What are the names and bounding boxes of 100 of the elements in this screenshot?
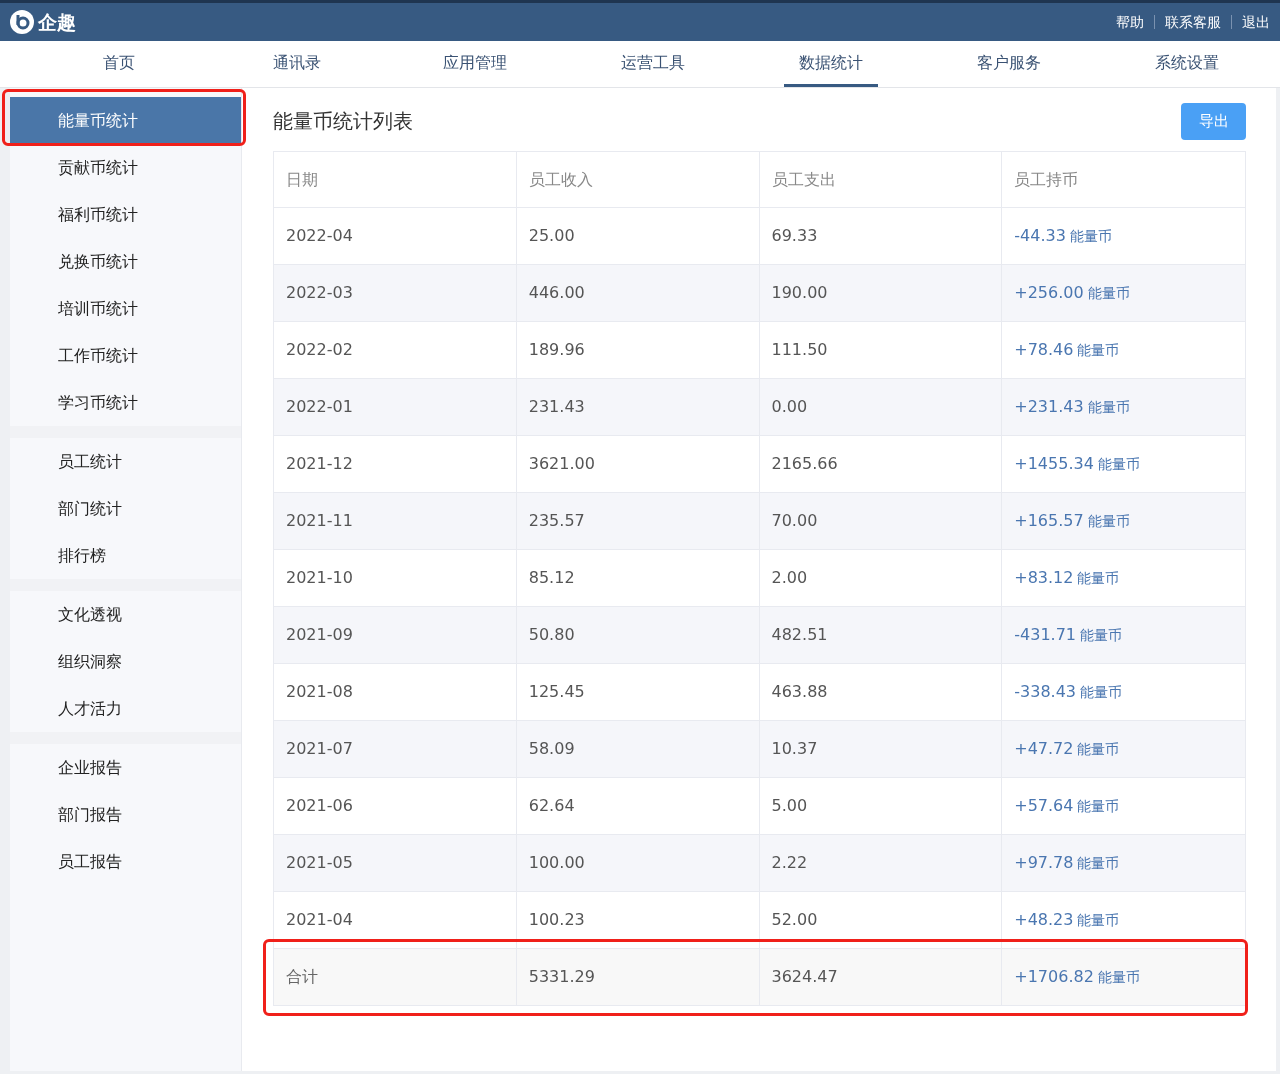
sidebar-item[interactable]: 部门报告 [10, 791, 241, 838]
sidebar-item[interactable]: 学习币统计 [10, 379, 241, 426]
table-cell-text: 2021-05 [286, 852, 353, 874]
table-cell-text: 25.00 [528, 225, 575, 247]
sidebar-item[interactable]: 贡献币统计 [10, 144, 241, 191]
nav-tab[interactable]: 通讯录 [208, 41, 386, 87]
table-cell-text: 2021-07 [286, 738, 353, 760]
sidebar-item[interactable]: 工作币统计 [10, 332, 241, 379]
nav-tab[interactable]: 运营工具 [564, 41, 742, 87]
table-cell-text: 231.43 [528, 396, 585, 418]
table-cell-text: 100.00 [528, 852, 585, 874]
table-cell-text: 2021-09 [286, 624, 353, 646]
unit-label: 能量币 [1077, 340, 1120, 360]
table-cell-text: 62.64 [528, 795, 575, 817]
sidebar-item[interactable]: 福利币统计 [10, 191, 241, 238]
table-cell-text: 69.33 [771, 225, 818, 247]
table-cell-text: 3621.00 [528, 453, 595, 475]
balance-value: +48.23 [1014, 909, 1074, 931]
table-cell-text: 70.00 [771, 510, 818, 532]
table-cell-text: 463.88 [771, 681, 828, 703]
balance-value: +165.57 [1014, 510, 1084, 532]
unit-label: 能量币 [1077, 910, 1120, 930]
sidebar-item[interactable]: 员工统计 [10, 438, 241, 485]
table-cell-text: 235.57 [528, 510, 585, 532]
balance-value: +1706.82 [1014, 966, 1094, 988]
sidebar-item[interactable]: 培训币统计 [10, 285, 241, 332]
table-cell-text: 50.80 [528, 624, 575, 646]
unit-label: 能量币 [1077, 568, 1120, 588]
table-cell-text: 52.00 [771, 909, 818, 931]
table-cell-text: 482.51 [771, 624, 828, 646]
table-cell-text: 2021-11 [286, 510, 353, 532]
table-cell-text: 2.22 [771, 852, 808, 874]
nav-tab[interactable]: 系统设置 [1098, 41, 1276, 87]
nav-tab[interactable]: 客户服务 [920, 41, 1098, 87]
table-cell-text: 0.00 [771, 396, 808, 418]
table-cell-text: 2.00 [771, 567, 808, 589]
balance-value: +78.46 [1014, 339, 1074, 361]
table-cell-text: 2021-06 [286, 795, 353, 817]
sidebar-item[interactable]: 部门统计 [10, 485, 241, 532]
table-cell-text: 10.37 [771, 738, 818, 760]
sidebar-item[interactable]: 组织洞察 [10, 638, 241, 685]
balance-value: +1455.34 [1014, 453, 1094, 475]
table-cell-text: 2021-04 [286, 909, 353, 931]
table-cell-text: 3624.47 [771, 966, 838, 988]
unit-label: 能量币 [1077, 739, 1120, 759]
sidebar-item[interactable]: 人才活力 [10, 685, 241, 732]
unit-label: 能量币 [1087, 397, 1130, 417]
unit-label: 能量币 [1087, 283, 1130, 303]
unit-label: 能量币 [1077, 796, 1120, 816]
table-cell-text: 2165.66 [771, 453, 838, 475]
table-cell-text: 189.96 [528, 339, 585, 361]
balance-value: -338.43 [1014, 681, 1076, 703]
table-cell-text: 190.00 [771, 282, 828, 304]
balance-value: +97.78 [1014, 852, 1074, 874]
balance-value: +256.00 [1014, 282, 1084, 304]
sidebar-item[interactable]: 排行榜 [10, 532, 241, 579]
table-cell-text: 2022-02 [286, 339, 353, 361]
table-cell-text: 2022-01 [286, 396, 353, 418]
balance-value: -44.33 [1014, 225, 1066, 247]
table-cell-text: 2021-12 [286, 453, 353, 475]
column-header: 员工收入 [528, 168, 593, 191]
logo-icon [10, 10, 34, 34]
table-cell-text: 5.00 [771, 795, 808, 817]
header-link[interactable]: 退出 [1242, 11, 1270, 33]
table-cell-text: 2022-04 [286, 225, 353, 247]
table-cell-text: 125.45 [528, 681, 585, 703]
table-cell-text: 58.09 [528, 738, 575, 760]
table-cell-text: 合计 [286, 966, 318, 988]
sidebar-item[interactable]: 企业报告 [10, 744, 241, 791]
table-cell-text: 2021-08 [286, 681, 353, 703]
table-cell-text: 2021-10 [286, 567, 353, 589]
balance-value: +47.72 [1014, 738, 1074, 760]
column-header: 员工持币 [1014, 168, 1079, 191]
table-cell-text: 85.12 [528, 567, 575, 589]
unit-label: 能量币 [1080, 682, 1122, 702]
nav-tab[interactable]: 首页 [30, 41, 208, 87]
unit-label: 能量币 [1077, 853, 1120, 873]
brand-name: 企趣 [38, 9, 76, 35]
sidebar-item[interactable]: 兑换币统计 [10, 238, 241, 285]
unit-label: 能量币 [1097, 454, 1140, 474]
header-link[interactable]: 联系客服 [1165, 11, 1221, 33]
column-header: 日期 [286, 168, 318, 191]
balance-value: +57.64 [1014, 795, 1074, 817]
sidebar-item[interactable]: 能量币统计 [10, 97, 241, 144]
nav-tab[interactable]: 应用管理 [386, 41, 564, 87]
unit-label: 能量币 [1080, 625, 1122, 645]
balance-value: +231.43 [1014, 396, 1084, 418]
unit-label: 能量币 [1069, 226, 1112, 246]
table-cell-text: 100.23 [528, 909, 585, 931]
page-title: 能量币统计列表 [273, 108, 413, 135]
column-header: 员工支出 [771, 168, 836, 191]
unit-label: 能量币 [1097, 967, 1140, 987]
table-cell-text: 446.00 [528, 282, 585, 304]
table-cell-text: 5331.29 [528, 966, 595, 988]
header-link[interactable]: 帮助 [1116, 11, 1144, 33]
table-cell-text: 111.50 [771, 339, 828, 361]
balance-value: +83.12 [1014, 567, 1074, 589]
sidebar-item[interactable]: 员工报告 [10, 838, 241, 885]
table-cell-text: 2022-03 [286, 282, 353, 304]
sidebar-item[interactable]: 文化透视 [10, 591, 241, 638]
